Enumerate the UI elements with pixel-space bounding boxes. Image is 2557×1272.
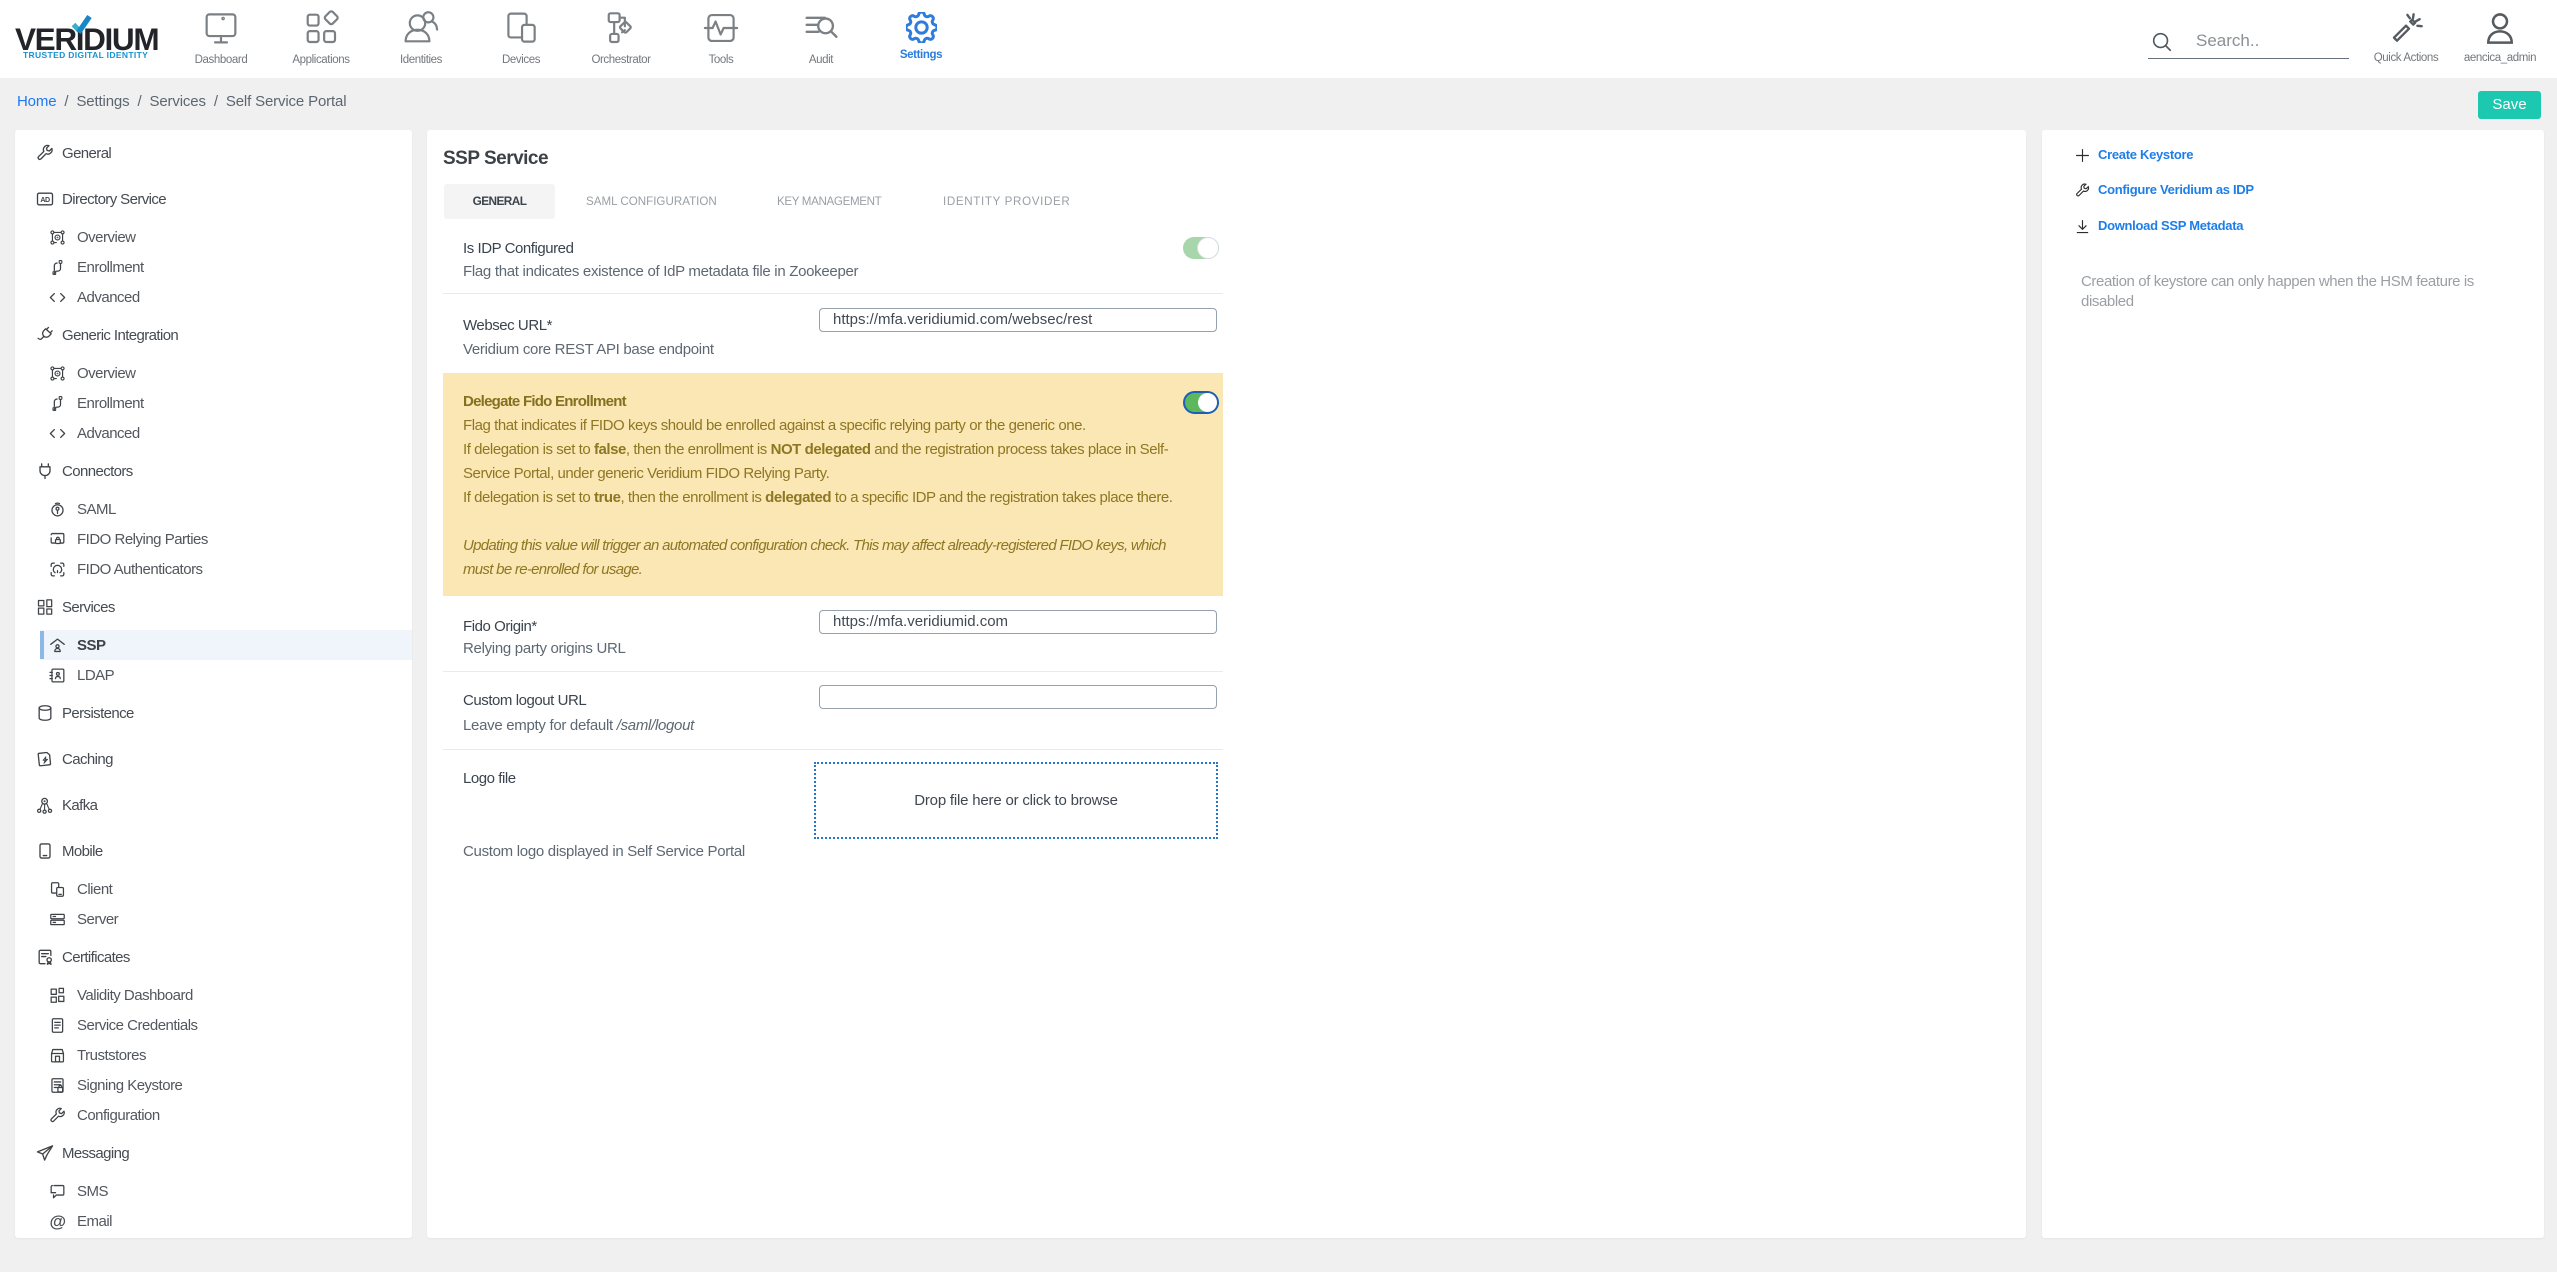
svg-text:AD: AD — [40, 196, 50, 204]
